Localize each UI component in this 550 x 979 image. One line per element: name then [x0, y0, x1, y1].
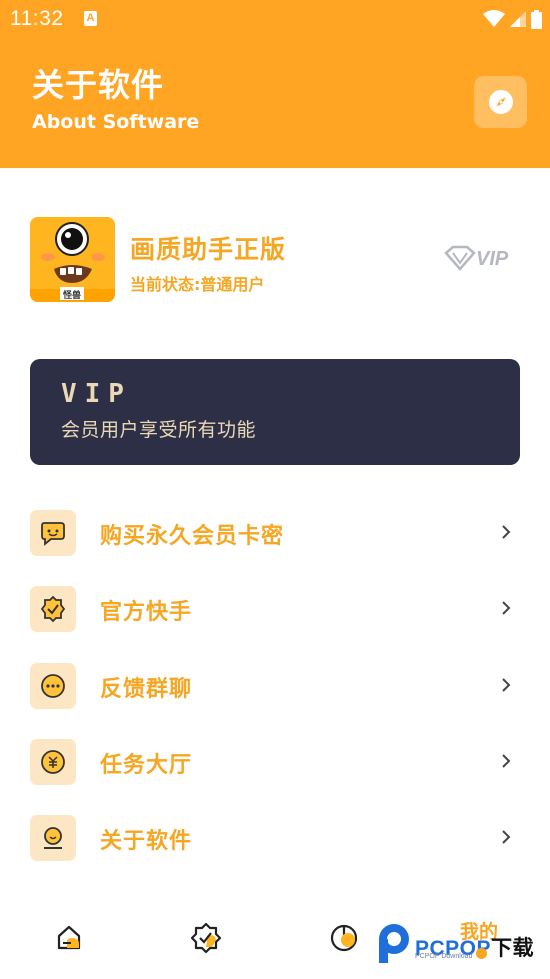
chat-bubble-icon [30, 510, 76, 556]
nav-mine[interactable]: 我的 PCPOP下载 PCPOP Download [372, 917, 550, 967]
compass-button[interactable] [474, 76, 527, 128]
signal-icon [510, 11, 526, 27]
app-logo-icon: 怪兽 [30, 217, 115, 302]
vip-subtitle: 会员用户享受所有功能 [61, 419, 257, 441]
nav-home[interactable] [51, 920, 87, 956]
menu-item-label: 反馈群聊 [100, 677, 193, 702]
home-icon [57, 925, 81, 950]
menu-item-task-hall[interactable]: 任务大厅 [30, 739, 520, 787]
watermark-small: PCPOP Download [415, 953, 473, 960]
menu-item-label: 关于软件 [100, 829, 193, 854]
chevron-right-icon [502, 830, 511, 844]
pcpop-logo-icon [379, 924, 409, 963]
page-title: 关于软件 [32, 66, 165, 104]
menu-item-official-kuaishou[interactable]: 官方快手 [30, 586, 520, 634]
app-name: 画质助手正版 [130, 235, 287, 264]
more-dots-icon [30, 663, 76, 709]
menu-item-label: 任务大厅 [100, 753, 193, 778]
active-dot-icon [476, 948, 487, 959]
page-subtitle: About Software [32, 111, 200, 133]
header: 11:32 A 关于软件 About Software [0, 0, 550, 168]
menu-item-feedback-group[interactable]: 反馈群聊 [30, 663, 520, 711]
nav-badge[interactable] [188, 920, 224, 956]
chevron-right-icon [502, 525, 511, 539]
menu-item-label: 购买永久会员卡密 [100, 524, 285, 549]
app-logo-label: 怪兽 [62, 291, 81, 301]
status-bar: 11:32 A [0, 0, 550, 38]
chevron-right-icon [502, 754, 511, 768]
compass-icon [488, 90, 513, 114]
notification-badge-icon: A [84, 11, 97, 26]
chevron-right-icon [502, 678, 511, 692]
menu-item-buy-membership[interactable]: 购买永久会员卡密 [30, 510, 520, 558]
vip-badge: VIP [443, 245, 521, 273]
vip-title: VIP [61, 379, 132, 409]
menu-item-about-software[interactable]: 关于软件 [30, 815, 520, 863]
user-status: 当前状态:普通用户 [130, 275, 265, 294]
status-time: 11:32 [10, 7, 64, 30]
pie-chart-icon [330, 924, 358, 952]
nav-stats[interactable] [326, 920, 362, 956]
app-info-card: 怪兽 画质助手正版 当前状态:普通用户 VIP [30, 217, 530, 303]
user-profile-icon [30, 815, 76, 861]
system-icons [483, 9, 542, 29]
coin-icon [30, 739, 76, 785]
chevron-right-icon [502, 601, 511, 615]
vip-badge-label: VIP [476, 248, 509, 270]
wifi-icon [483, 10, 505, 27]
vip-card[interactable]: VIP 会员用户享受所有功能 [30, 359, 520, 465]
menu-item-label: 官方快手 [100, 600, 193, 625]
battery-icon [531, 9, 542, 29]
badge-check-icon [190, 922, 222, 954]
verified-badge-icon [30, 586, 76, 632]
